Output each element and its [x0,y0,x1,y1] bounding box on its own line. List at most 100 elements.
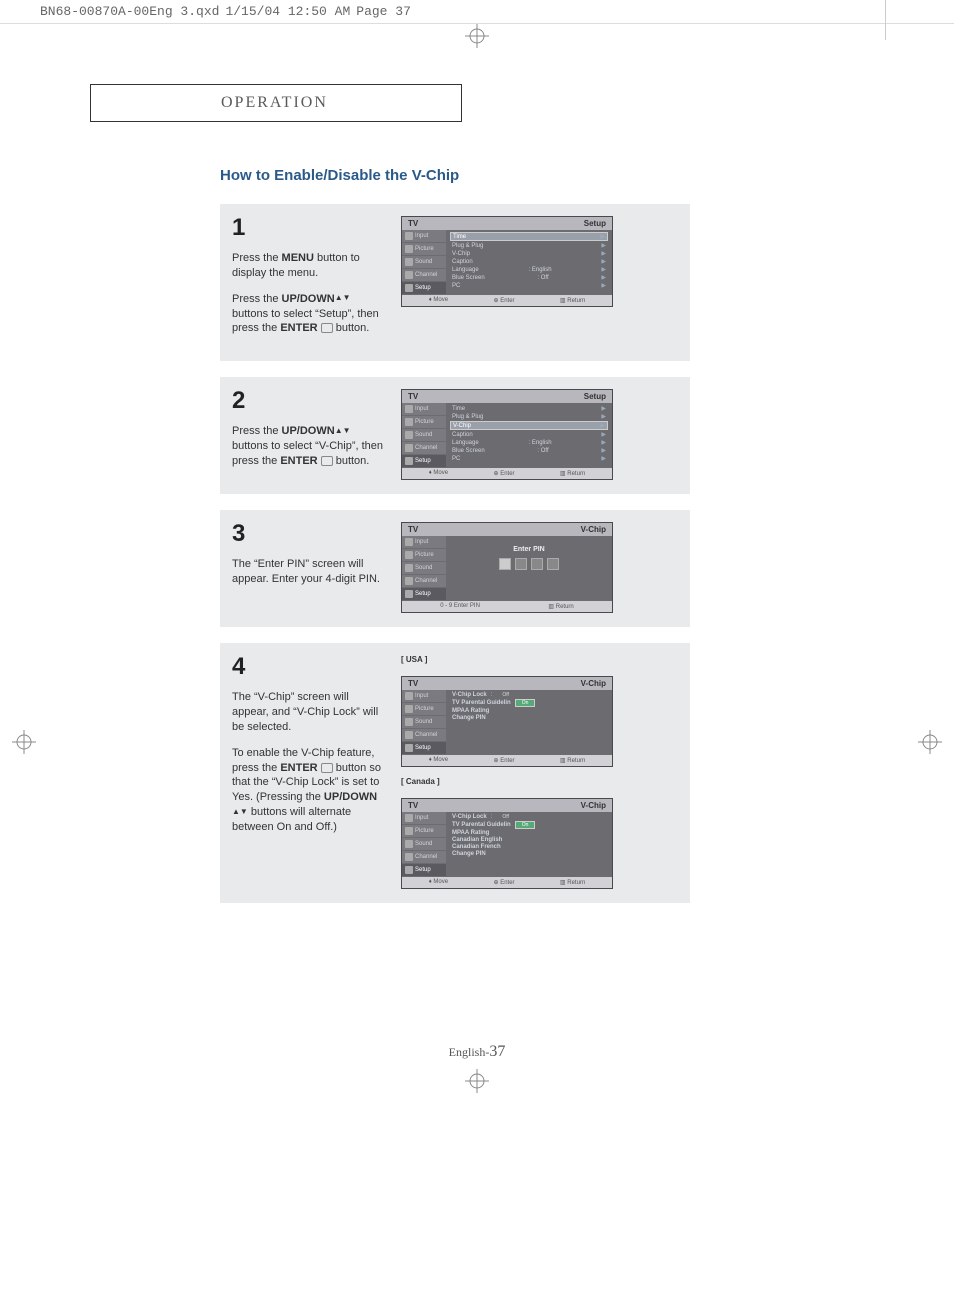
osd-footer: 0 - 9 Enter PIN ▥ Return [402,601,612,612]
osd-main: Time▶ Plug & Plug▶ V-Chip▶ Caption▶ Lang… [446,403,612,468]
step-text: 2 Press the UP/DOWN▲▼ buttons to select … [232,389,387,480]
osd-sidebar: Input Picture Sound Channel Setup [402,690,446,755]
registration-mark-bottom [0,1069,954,1099]
input-icon [405,814,413,822]
step-block: 1 Press the MENU button to display the m… [220,204,690,361]
osd-screenshot-usa: TVV-Chip Input Picture Sound Channel Set… [401,676,613,767]
step-paragraph: Press the MENU button to display the men… [232,251,387,281]
step-visual: TVSetup Input Picture Sound Channel Setu… [401,389,678,480]
channel-icon [405,853,413,861]
arrow-right-icon: ▶ [601,258,606,265]
print-job-header: BN68-00870A-00Eng 3.qxd 1/15/04 12:50 AM… [0,0,954,24]
arrow-right-icon: ▶ [601,447,606,454]
picture-icon [405,551,413,559]
chapter-heading: OPERATION [91,94,328,112]
osd-sidebar: Input Picture Sound Channel Setup [402,812,446,877]
step-text: 1 Press the MENU button to display the m… [232,216,387,347]
sound-icon [405,718,413,726]
step-paragraph: Press the UP/DOWN▲▼ buttons to select “S… [232,292,387,337]
step-block: 2 Press the UP/DOWN▲▼ buttons to select … [220,377,690,494]
osd-screenshot: TVSetup Input Picture Sound Channel Setu… [401,216,613,307]
step-text: 4 The “V-Chip” screen will appear, and “… [232,655,387,889]
crosshair-icon [465,1069,489,1093]
step-number: 1 [232,216,387,240]
enter-icon [321,456,333,466]
step-block: 3 The “Enter PIN” screen will appear. En… [220,510,690,627]
setup-icon [405,744,413,752]
setup-icon [405,457,413,465]
pin-digit [547,558,559,570]
enter-icon [321,323,333,333]
osd-sidebar: Input Picture Sound Channel Setup [402,403,446,468]
picture-icon [405,705,413,713]
step-visual: TVV-Chip Input Picture Sound Channel Set… [401,522,678,613]
sound-icon [405,431,413,439]
step-number: 3 [232,522,387,546]
setup-icon [405,866,413,874]
channel-icon [405,577,413,585]
arrow-right-icon: ▶ [601,455,606,462]
channel-icon [405,271,413,279]
qxd-date: 1/15/04 12:50 AM [225,4,350,19]
channel-icon [405,731,413,739]
step-visual: TVSetup Input Picture Sound Channel Setu… [401,216,678,347]
step-paragraph: The “V-Chip” screen will appear, and “V-… [232,690,387,735]
arrow-right-icon: ▶ [601,413,606,420]
pin-digit [499,558,511,570]
arrow-right-icon: ▶ [601,266,606,273]
qxd-page: Page 37 [356,4,411,19]
step-block: 4 The “V-Chip” screen will appear, and “… [220,643,690,903]
step-visual: [ USA ] TVV-Chip Input Picture Sound Cha… [401,655,678,889]
crosshair-icon [918,730,942,754]
crosshair-icon [465,24,489,48]
picture-icon [405,827,413,835]
osd-sidebar: Input Picture Sound Channel Setup [402,230,446,295]
osd-main: V-Chip Lock:Off TV Parental GuidelinOn M… [446,690,612,755]
step-text: 3 The “Enter PIN” screen will appear. En… [232,522,387,613]
up-down-icon: ▲▼ [335,426,351,437]
arrow-right-icon: ▶ [601,250,606,257]
arrow-right-icon: ▶ [601,405,606,412]
osd-footer: ♦ Move ⊕ Enter ▥ Return [402,755,612,766]
picture-icon [405,418,413,426]
enter-icon [321,763,333,773]
input-icon [405,538,413,546]
step-number: 4 [232,655,387,679]
step-number: 2 [232,389,387,413]
arrow-right-icon: ▶ [600,422,605,429]
arrow-right-icon: ▶ [601,242,606,249]
region-label: [ Canada ] [401,777,678,786]
input-icon [405,232,413,240]
channel-icon [405,444,413,452]
page-number: English-37 [90,1043,864,1061]
up-down-icon: ▲▼ [232,807,248,818]
osd-footer: ♦ Move ⊕ Enter ▥ Return [402,877,612,888]
crosshair-icon [12,730,36,754]
up-down-icon: ▲▼ [335,293,351,304]
pin-digit [531,558,543,570]
arrow-right-icon: ▶ [601,431,606,438]
arrow-right-icon: ▶ [601,282,606,289]
region-label: [ USA ] [401,655,678,664]
osd-screenshot: TVV-Chip Input Picture Sound Channel Set… [401,522,613,613]
input-icon [405,405,413,413]
osd-main: Time▶ Plug & Plug▶ V-Chip▶ Caption▶ Lang… [446,230,612,295]
sound-icon [405,840,413,848]
step-paragraph: To enable the V-Chip feature, press the … [232,746,387,835]
step-paragraph: The “Enter PIN” screen will appear. Ente… [232,557,387,587]
sound-icon [405,564,413,572]
osd-footer: ♦ Move ⊕ Enter ▥ Return [402,468,612,479]
input-icon [405,692,413,700]
osd-pin-entry: Enter PIN [446,536,612,601]
osd-screenshot: TVSetup Input Picture Sound Channel Setu… [401,389,613,480]
osd-screenshot-canada: TVV-Chip Input Picture Sound Channel Set… [401,798,613,889]
section-title: How to Enable/Disable the V-Chip [220,167,864,184]
registration-mark-top [0,24,954,44]
arrow-right-icon: ▶ [601,274,606,281]
setup-icon [405,284,413,292]
osd-main: V-Chip Lock:Off TV Parental GuidelinOn M… [446,812,612,877]
step-paragraph: Press the UP/DOWN▲▼ buttons to select “V… [232,424,387,469]
setup-icon [405,590,413,598]
arrow-right-icon: ▶ [600,233,605,240]
chapter-heading-box: OPERATION [90,84,462,122]
